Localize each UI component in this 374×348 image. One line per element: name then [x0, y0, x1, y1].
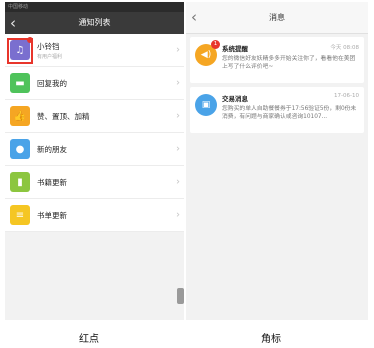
thumb-icon: 👍 [10, 106, 30, 126]
back-arrow-icon[interactable]: ‹ [10, 12, 16, 34]
notification-list: ♫ 小铃铛 有用户福利 › ▬ 回复我的 › 👍 赞、置顶、加精 › ● 新的朋… [5, 34, 184, 232]
list-item-subtitle: 有用户福利 [37, 53, 63, 60]
chat-icon: ▬ [10, 73, 30, 93]
list-item-title: 书单更新 [37, 210, 67, 220]
booklist-icon: ≡ [10, 205, 30, 225]
chevron-right-icon: › [176, 44, 180, 56]
left-phone-screen: 中国移动 ‹ 通知列表 ♫ 小铃铛 有用户福利 › ▬ 回复我的 › 👍 赞、置… [5, 2, 184, 320]
ticket-icon: ▣ [195, 94, 217, 116]
badge-count: 1 [211, 40, 220, 49]
empty-area [5, 232, 184, 318]
speaker-icon: ◀) 1 [195, 40, 220, 66]
list-item-booklist-update[interactable]: ≡ 书单更新 › [5, 199, 184, 232]
list-item-bell[interactable]: ♫ 小铃铛 有用户福利 › [5, 34, 184, 67]
message-time: 今天 08:08 [330, 45, 359, 51]
message-body: 您购买的单人自助餐餐券于17:56验证5份，剩0份未消费，有问题与商家确认或咨询… [222, 106, 357, 120]
page-title: 通知列表 [78, 18, 111, 27]
chevron-right-icon: › [176, 176, 180, 188]
status-bar: 中国移动 [5, 2, 184, 12]
message-card-transaction[interactable]: ▣ 交易消息 17-06-10 您购买的单人自助餐餐券于17:56验证5份，剩0… [190, 87, 364, 133]
list-item-title: 回复我的 [37, 78, 67, 88]
chevron-right-icon: › [176, 110, 180, 122]
carrier-text: 中国移动 [8, 4, 29, 10]
message-card-system[interactable]: ◀) 1 系统提醒 今天 08:08 您的微信好友妖精多多开始关注你了，看看他在… [190, 37, 364, 83]
list-item-friends[interactable]: ● 新的朋友 › [5, 133, 184, 166]
back-arrow-icon[interactable]: ‹ [191, 2, 197, 32]
navbar-right: ‹ 消息 [186, 2, 368, 34]
navbar-left: ‹ 通知列表 [5, 12, 184, 34]
list-item-title: 新的朋友 [37, 144, 67, 154]
caption-red-dot: 红点 [79, 334, 99, 345]
side-handle[interactable] [177, 288, 184, 304]
page-title: 消息 [269, 13, 285, 22]
list-item-title: 小铃铛 [37, 41, 60, 51]
list-item-book-update[interactable]: ▮ 书籍更新 › [5, 166, 184, 199]
book-icon: ▮ [10, 172, 30, 192]
list-item-reply[interactable]: ▬ 回复我的 › [5, 67, 184, 100]
person-icon: ● [10, 139, 30, 159]
list-item-title: 书籍更新 [37, 177, 67, 187]
comparison-stage: 中国移动 ‹ 通知列表 ♫ 小铃铛 有用户福利 › ▬ 回复我的 › 👍 赞、置… [0, 0, 374, 348]
message-time: 17-06-10 [334, 93, 359, 99]
chevron-right-icon: › [176, 143, 180, 155]
highlight-box [7, 38, 33, 64]
chevron-right-icon: › [176, 77, 180, 89]
list-item-title: 赞、置顶、加精 [37, 111, 90, 121]
list-item-likes[interactable]: 👍 赞、置顶、加精 › [5, 100, 184, 133]
chevron-right-icon: › [176, 209, 180, 221]
message-body: 您的微信好友妖精多多开始关注你了，看看他在美团上写了什么评价吧~ [222, 56, 356, 70]
caption-badge: 角标 [261, 334, 281, 345]
right-phone-screen: ‹ 消息 ◀) 1 系统提醒 今天 08:08 您的微信好友妖精多多开始关注你了… [186, 2, 368, 320]
